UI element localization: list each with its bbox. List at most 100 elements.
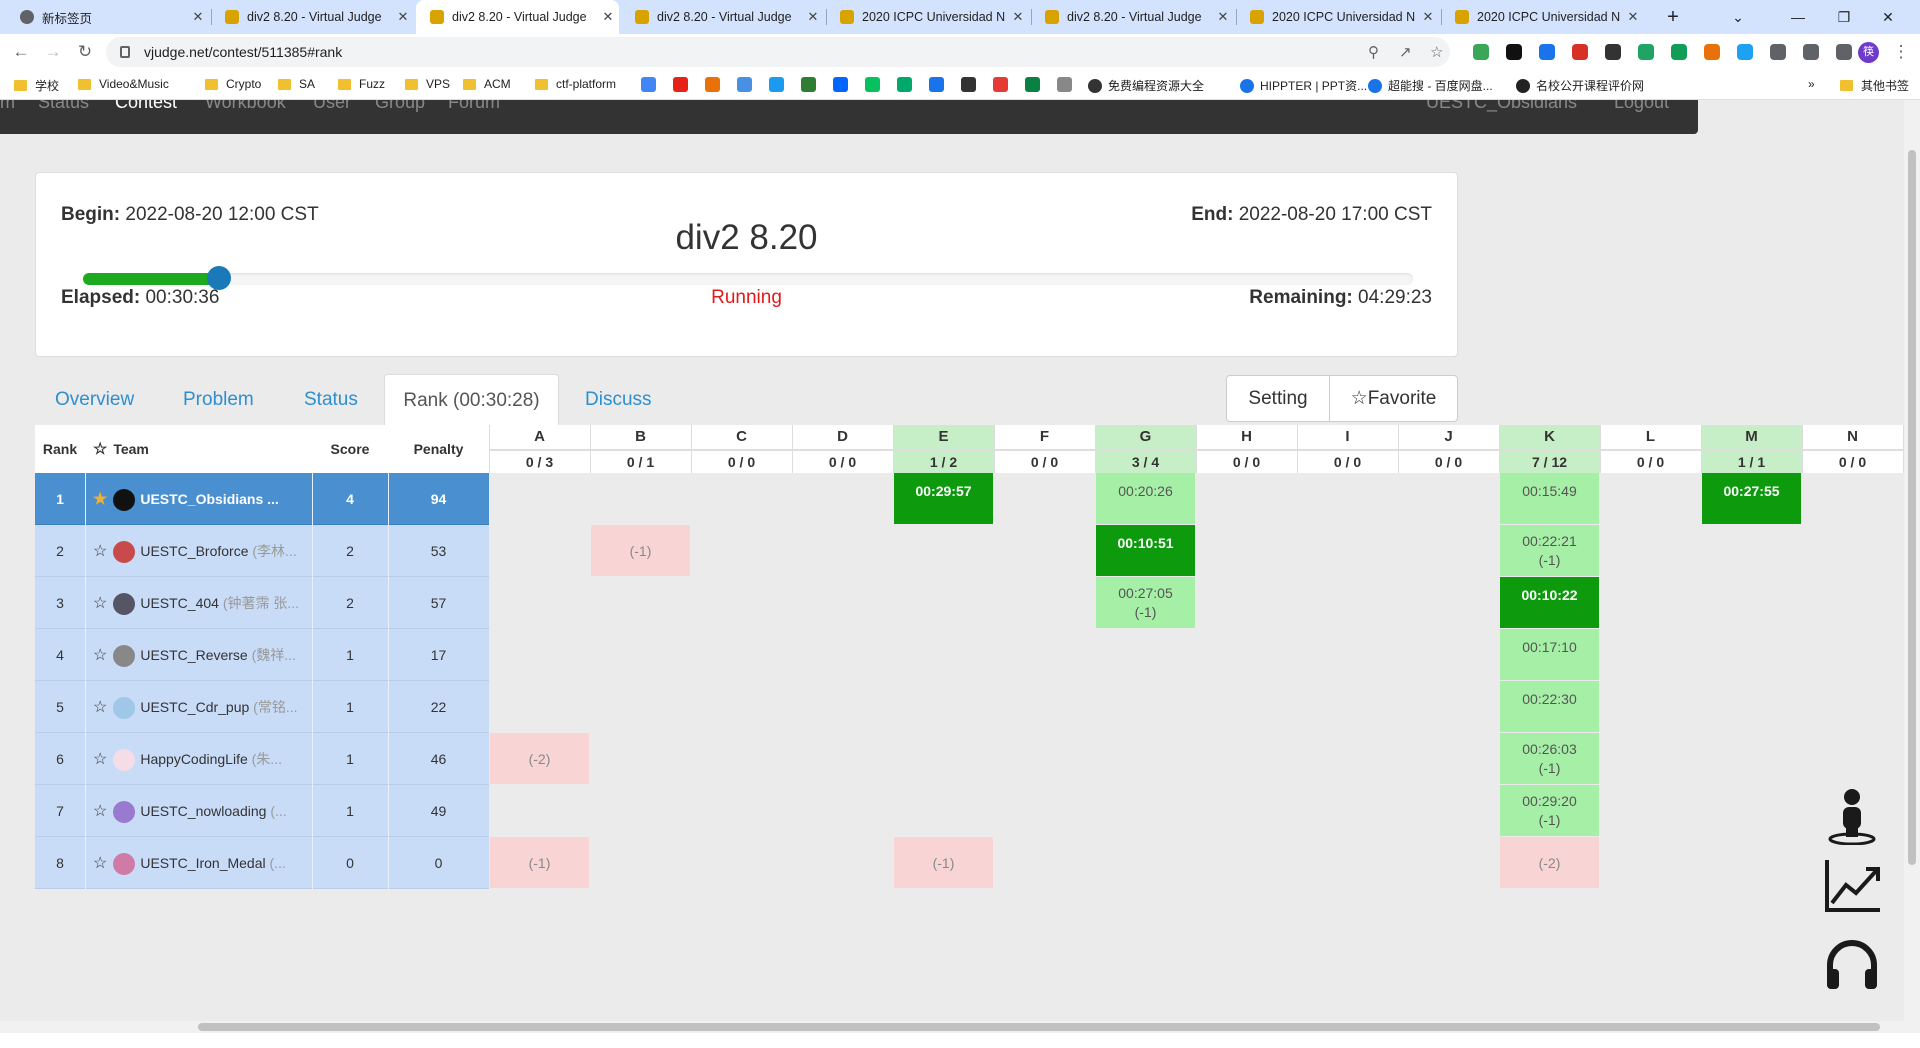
problem-header-N[interactable]: N <box>1802 425 1903 449</box>
extension-icon[interactable] <box>1671 44 1687 60</box>
navbar-item-m[interactable]: m <box>0 100 15 113</box>
bookmark-site-icon[interactable] <box>769 77 784 92</box>
bookmark-site-icon[interactable] <box>929 77 944 92</box>
star-outline-icon[interactable]: ☆ <box>93 699 107 716</box>
close-icon[interactable]: ✕ <box>1622 9 1644 25</box>
browser-tab[interactable]: 2020 ICPC Universidad N ✕ <box>1236 0 1439 34</box>
navbar-item-status[interactable]: Status <box>38 100 89 113</box>
problem-cell-G[interactable]: 00:10:51 <box>1096 525 1195 576</box>
problem-header-I[interactable]: I <box>1297 425 1398 449</box>
extension-icon[interactable] <box>1737 44 1753 60</box>
problem-header-F[interactable]: F <box>994 425 1095 449</box>
problem-cell-K[interactable]: 00:15:49 <box>1500 473 1599 524</box>
browser-tab[interactable]: 2020 ICPC Universidad N ✕ <box>826 0 1029 34</box>
bookmark-folder[interactable]: Fuzz <box>338 77 385 91</box>
bookmark-link[interactable]: 免费编程资源大全 <box>1088 77 1204 94</box>
tab-search-icon[interactable]: ⌄ <box>1715 0 1761 34</box>
extension-icon[interactable] <box>1803 44 1819 60</box>
headset-icon[interactable] <box>1822 935 1882 995</box>
browser-tab[interactable]: 2020 ICPC Universidad N ✕ <box>1441 0 1644 34</box>
address-bar[interactable]: vjudge.net/contest/511385#rank ⚲ ↗ ☆ <box>106 37 1450 67</box>
minimize-icon[interactable]: — <box>1775 0 1821 34</box>
bookmark-folder[interactable]: ctf-platform <box>535 77 616 91</box>
scrollbar-thumb[interactable] <box>198 1023 1880 1031</box>
team-name[interactable]: UESTC_Broforce <box>140 543 248 559</box>
header-penalty[interactable]: Penalty <box>388 425 489 473</box>
extension-icon[interactable] <box>1770 44 1786 60</box>
tab-problem[interactable]: Problem <box>163 374 274 426</box>
star-outline-icon[interactable]: ☆ <box>93 543 107 560</box>
problem-cell-K[interactable]: 00:29:20 (-1) <box>1500 785 1599 836</box>
tab-overview[interactable]: Overview <box>35 374 154 426</box>
chrome-menu-icon[interactable]: ⋮ <box>1890 42 1912 62</box>
star-outline-icon[interactable]: ☆ <box>93 855 107 872</box>
extension-icon[interactable] <box>1539 44 1555 60</box>
close-icon[interactable]: ✕ <box>802 9 824 25</box>
bookmark-site-icon[interactable] <box>961 77 976 92</box>
team-cell[interactable]: ☆ UESTC_Reverse (魏祥... <box>85 629 312 681</box>
bookmark-site-icon[interactable] <box>1025 77 1040 92</box>
team-cell[interactable]: ☆ UESTC_Iron_Medal (... <box>85 837 312 889</box>
extension-icon[interactable] <box>1605 44 1621 60</box>
browser-tab[interactable]: div2 8.20 - Virtual Judge ✕ <box>621 0 824 34</box>
share-icon[interactable]: ↗ <box>1399 43 1412 61</box>
problem-cell-E[interactable]: (-1) <box>894 837 993 888</box>
bookmark-folder[interactable]: SA <box>278 77 315 91</box>
extension-icon[interactable] <box>1473 44 1489 60</box>
extension-icon[interactable] <box>1506 44 1522 60</box>
problem-cell-E[interactable]: 00:29:57 <box>894 473 993 524</box>
bookmark-folder[interactable]: ACM <box>463 77 511 91</box>
bookmark-site-icon[interactable] <box>993 77 1008 92</box>
browser-tab[interactable]: div2 8.20 - Virtual Judge ✕ <box>416 0 619 34</box>
problem-header-A[interactable]: A <box>489 425 590 449</box>
star-outline-icon[interactable]: ☆ <box>93 441 107 458</box>
tab-discuss[interactable]: Discuss <box>565 374 672 426</box>
new-tab-button[interactable]: + <box>1650 0 1696 34</box>
navbar-item-user[interactable]: User <box>313 100 351 113</box>
team-cell[interactable]: ☆ UESTC_Broforce (李林... <box>85 525 312 577</box>
browser-tab[interactable]: 新标签页 ✕ <box>6 0 209 34</box>
problem-cell-A[interactable]: (-2) <box>490 733 589 784</box>
navbar-user[interactable]: UESTC_Obsidians <box>1426 100 1577 113</box>
team-name[interactable]: HappyCodingLife <box>140 751 247 767</box>
star-outline-icon[interactable]: ☆ <box>93 647 107 664</box>
bookmark-site-icon[interactable] <box>1057 77 1072 92</box>
navbar-item-forum[interactable]: Forum <box>448 100 500 113</box>
browser-tab[interactable]: div2 8.20 - Virtual Judge ✕ <box>211 0 414 34</box>
chart-icon[interactable] <box>1822 855 1882 915</box>
problem-cell-K[interactable]: 00:10:22 <box>1500 577 1599 628</box>
team-name[interactable]: UESTC_Cdr_pup <box>140 699 249 715</box>
restore-icon[interactable]: ❐ <box>1821 0 1867 34</box>
reload-icon[interactable]: ↻ <box>74 42 96 62</box>
bookmark-folder[interactable]: Crypto <box>205 77 261 91</box>
bookmark-site-icon[interactable] <box>673 77 688 92</box>
star-outline-icon[interactable]: ☆ <box>93 803 107 820</box>
star-outline-icon[interactable]: ☆ <box>93 595 107 612</box>
vertical-scrollbar[interactable] <box>1904 100 1920 1033</box>
navbar-logout[interactable]: Logout <box>1614 100 1669 113</box>
problem-header-M[interactable]: M <box>1701 425 1802 449</box>
bookmark-folder[interactable]: VPS <box>405 77 450 91</box>
problem-header-L[interactable]: L <box>1600 425 1701 449</box>
bookmark-link[interactable]: 名校公开课程评价网 <box>1516 77 1644 94</box>
team-name[interactable]: UESTC_nowloading <box>140 803 266 819</box>
bookmark-site-icon[interactable] <box>641 77 656 92</box>
bookmark-site-icon[interactable] <box>801 77 816 92</box>
problem-header-H[interactable]: H <box>1196 425 1297 449</box>
scrollbar-thumb[interactable] <box>1908 150 1916 865</box>
problem-cell-B[interactable]: (-1) <box>591 525 690 576</box>
problem-cell-K[interactable]: (-2) <box>1500 837 1599 888</box>
close-icon[interactable]: ✕ <box>597 9 619 25</box>
tab-rank[interactable]: Rank (00:30:28) <box>384 374 559 426</box>
bookmarks-more-button[interactable]: » <box>1808 77 1815 91</box>
team-name[interactable]: UESTC_Reverse <box>140 647 247 663</box>
header-score[interactable]: Score <box>312 425 388 473</box>
close-icon[interactable]: ✕ <box>1417 9 1439 25</box>
team-name[interactable]: UESTC_Iron_Medal <box>140 855 265 871</box>
header-team[interactable]: ☆ Team <box>85 425 312 473</box>
problem-header-B[interactable]: B <box>590 425 691 449</box>
bookmark-site-icon[interactable] <box>833 77 848 92</box>
close-icon[interactable]: ✕ <box>187 9 209 25</box>
bookmark-folder[interactable]: 学校 <box>14 77 59 94</box>
team-name[interactable]: UESTC_Obsidians <box>140 491 263 507</box>
